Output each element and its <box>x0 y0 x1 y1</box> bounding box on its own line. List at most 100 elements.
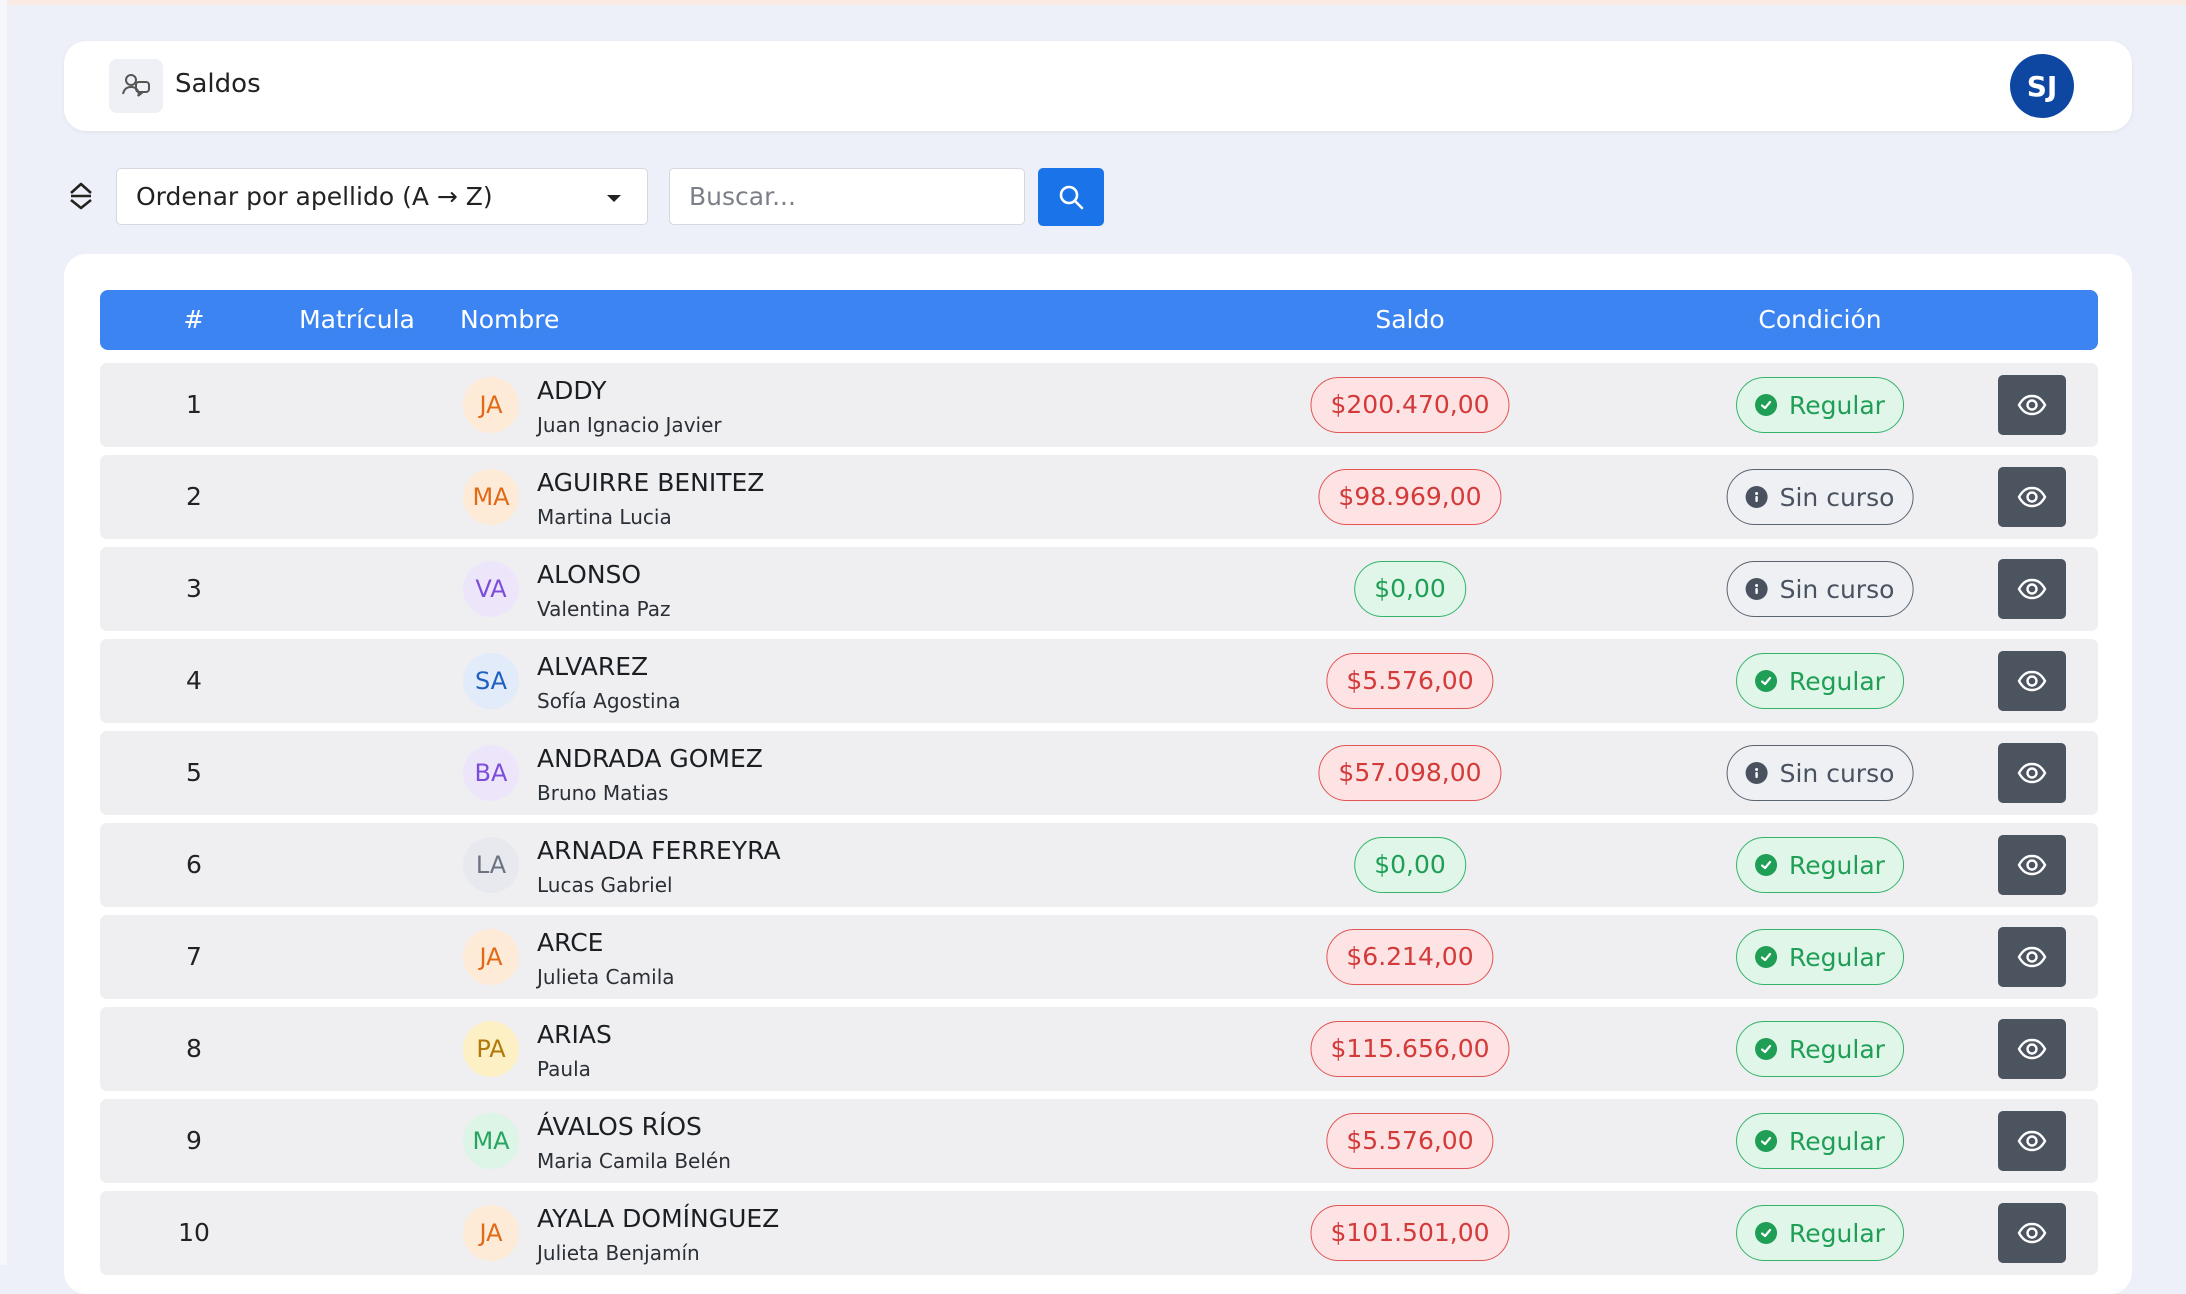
view-button[interactable] <box>1998 559 2066 619</box>
row-number: 6 <box>186 850 202 879</box>
page-header: Saldos SJ <box>64 41 2132 131</box>
condicion-badge: Regular <box>1736 377 1904 433</box>
student-avatar: MA <box>463 469 519 525</box>
student-avatar: LA <box>463 837 519 893</box>
check-circle-icon <box>1755 1130 1778 1152</box>
row-number: 2 <box>186 482 202 511</box>
student-surname: AGUIRRE BENITEZ <box>537 468 765 497</box>
table-row: 6 LA ARNADA FERREYRA Lucas Gabriel $0,00 Regu… <box>100 823 2098 907</box>
condicion-label: Sin curso <box>1779 758 1895 788</box>
student-given-name: Paula <box>537 1057 591 1081</box>
check-circle-icon <box>1755 1038 1778 1060</box>
sort-select-value: Ordenar por apellido (A → Z) <box>136 182 493 211</box>
student-avatar: MA <box>463 1113 519 1169</box>
table-row: 7 JA ARCE Julieta Camila $6.214,00 Regular <box>100 915 2098 999</box>
info-circle-icon <box>1745 578 1768 600</box>
condicion-badge: Regular <box>1736 1021 1904 1077</box>
col-header-number: # <box>183 305 205 334</box>
eye-icon <box>2017 1130 2047 1152</box>
student-given-name: Julieta Camila <box>537 965 675 989</box>
view-button[interactable] <box>1998 651 2066 711</box>
condicion-badge: Sin curso <box>1726 745 1914 801</box>
chat-users-icon <box>109 59 163 113</box>
col-header-nombre: Nombre <box>460 305 560 334</box>
student-surname: ALONSO <box>537 560 642 589</box>
student-avatar: SA <box>463 653 519 709</box>
student-given-name: Juan Ignacio Javier <box>537 413 722 437</box>
saldo-badge: $101.501,00 <box>1310 1205 1510 1261</box>
eye-icon <box>2017 854 2047 876</box>
row-number: 5 <box>186 758 202 787</box>
condicion-label: Sin curso <box>1779 574 1895 604</box>
eye-icon <box>2017 578 2047 600</box>
check-circle-icon <box>1755 670 1778 692</box>
student-avatar: JA <box>463 1205 519 1261</box>
table-row: 3 VA ALONSO Valentina Paz $0,00 Sin curso <box>100 547 2098 631</box>
col-header-matricula: Matrícula <box>299 305 415 334</box>
search-button[interactable] <box>1038 168 1104 226</box>
student-avatar: PA <box>463 1021 519 1077</box>
view-button[interactable] <box>1998 1019 2066 1079</box>
table-row: 10 JA AYALA DOMÍNGUEZ Julieta Benjamín $101.… <box>100 1191 2098 1275</box>
saldo-badge: $115.656,00 <box>1310 1021 1510 1077</box>
table-header: # Matrícula Nombre Saldo Condición <box>100 290 2098 350</box>
saldo-badge: $0,00 <box>1354 561 1466 617</box>
col-header-condicion: Condición <box>1758 305 1882 334</box>
sort-select[interactable]: Ordenar por apellido (A → Z) <box>116 168 648 225</box>
eye-icon <box>2017 394 2047 416</box>
row-number: 9 <box>186 1126 202 1155</box>
balances-table-card: # Matrícula Nombre Saldo Condición 1 JA AD… <box>64 254 2132 1294</box>
view-button[interactable] <box>1998 1111 2066 1171</box>
student-surname: ALVAREZ <box>537 652 649 681</box>
student-avatar: JA <box>463 929 519 985</box>
saldo-badge: $5.576,00 <box>1326 653 1494 709</box>
table-row: 9 MA ÁVALOS RÍOS Maria Camila Belén $5.576,0… <box>100 1099 2098 1183</box>
table-row: 8 PA ARIAS Paula $115.656,00 Regular <box>100 1007 2098 1091</box>
search-input[interactable] <box>669 168 1025 225</box>
check-circle-icon <box>1755 946 1778 968</box>
row-number: 8 <box>186 1034 202 1063</box>
condicion-badge: Regular <box>1736 653 1904 709</box>
view-button[interactable] <box>1998 467 2066 527</box>
eye-icon <box>2017 1038 2047 1060</box>
row-number: 3 <box>186 574 202 603</box>
view-button[interactable] <box>1998 927 2066 987</box>
sort-icon <box>68 181 94 211</box>
view-button[interactable] <box>1998 375 2066 435</box>
check-circle-icon <box>1755 394 1778 416</box>
condicion-label: Regular <box>1789 1218 1885 1248</box>
chevron-down-icon <box>607 195 621 202</box>
view-button[interactable] <box>1998 743 2066 803</box>
view-button[interactable] <box>1998 1203 2066 1263</box>
page-title: Saldos <box>175 69 261 99</box>
condicion-label: Regular <box>1789 390 1885 420</box>
student-given-name: Lucas Gabriel <box>537 873 673 897</box>
table-row: 5 BA ANDRADA GOMEZ Bruno Matias $57.098,00 Si… <box>100 731 2098 815</box>
col-header-saldo: Saldo <box>1375 305 1445 334</box>
eye-icon <box>2017 486 2047 508</box>
condicion-label: Regular <box>1789 942 1885 972</box>
condicion-label: Regular <box>1789 850 1885 880</box>
saldo-badge: $200.470,00 <box>1310 377 1510 433</box>
info-circle-icon <box>1745 486 1768 508</box>
condicion-label: Regular <box>1789 1034 1885 1064</box>
table-row: 1 JA ADDY Juan Ignacio Javier $200.470,00 Reg… <box>100 363 2098 447</box>
student-surname: ADDY <box>537 376 607 405</box>
student-surname: AYALA DOMÍNGUEZ <box>537 1204 780 1233</box>
user-avatar[interactable]: SJ <box>2010 54 2074 118</box>
left-border <box>0 0 7 1265</box>
check-circle-icon <box>1755 854 1778 876</box>
student-given-name: Maria Camila Belén <box>537 1149 731 1173</box>
condicion-badge: Regular <box>1736 1205 1904 1261</box>
saldo-badge: $5.576,00 <box>1326 1113 1494 1169</box>
view-button[interactable] <box>1998 835 2066 895</box>
eye-icon <box>2017 1222 2047 1244</box>
search-icon <box>1059 185 1084 210</box>
row-number: 10 <box>178 1218 210 1247</box>
condicion-badge: Regular <box>1736 837 1904 893</box>
student-given-name: Sofía Agostina <box>537 689 681 713</box>
saldo-badge: $98.969,00 <box>1318 469 1502 525</box>
student-given-name: Julieta Benjamín <box>537 1241 700 1265</box>
student-surname: ARIAS <box>537 1020 612 1049</box>
student-given-name: Valentina Paz <box>537 597 671 621</box>
